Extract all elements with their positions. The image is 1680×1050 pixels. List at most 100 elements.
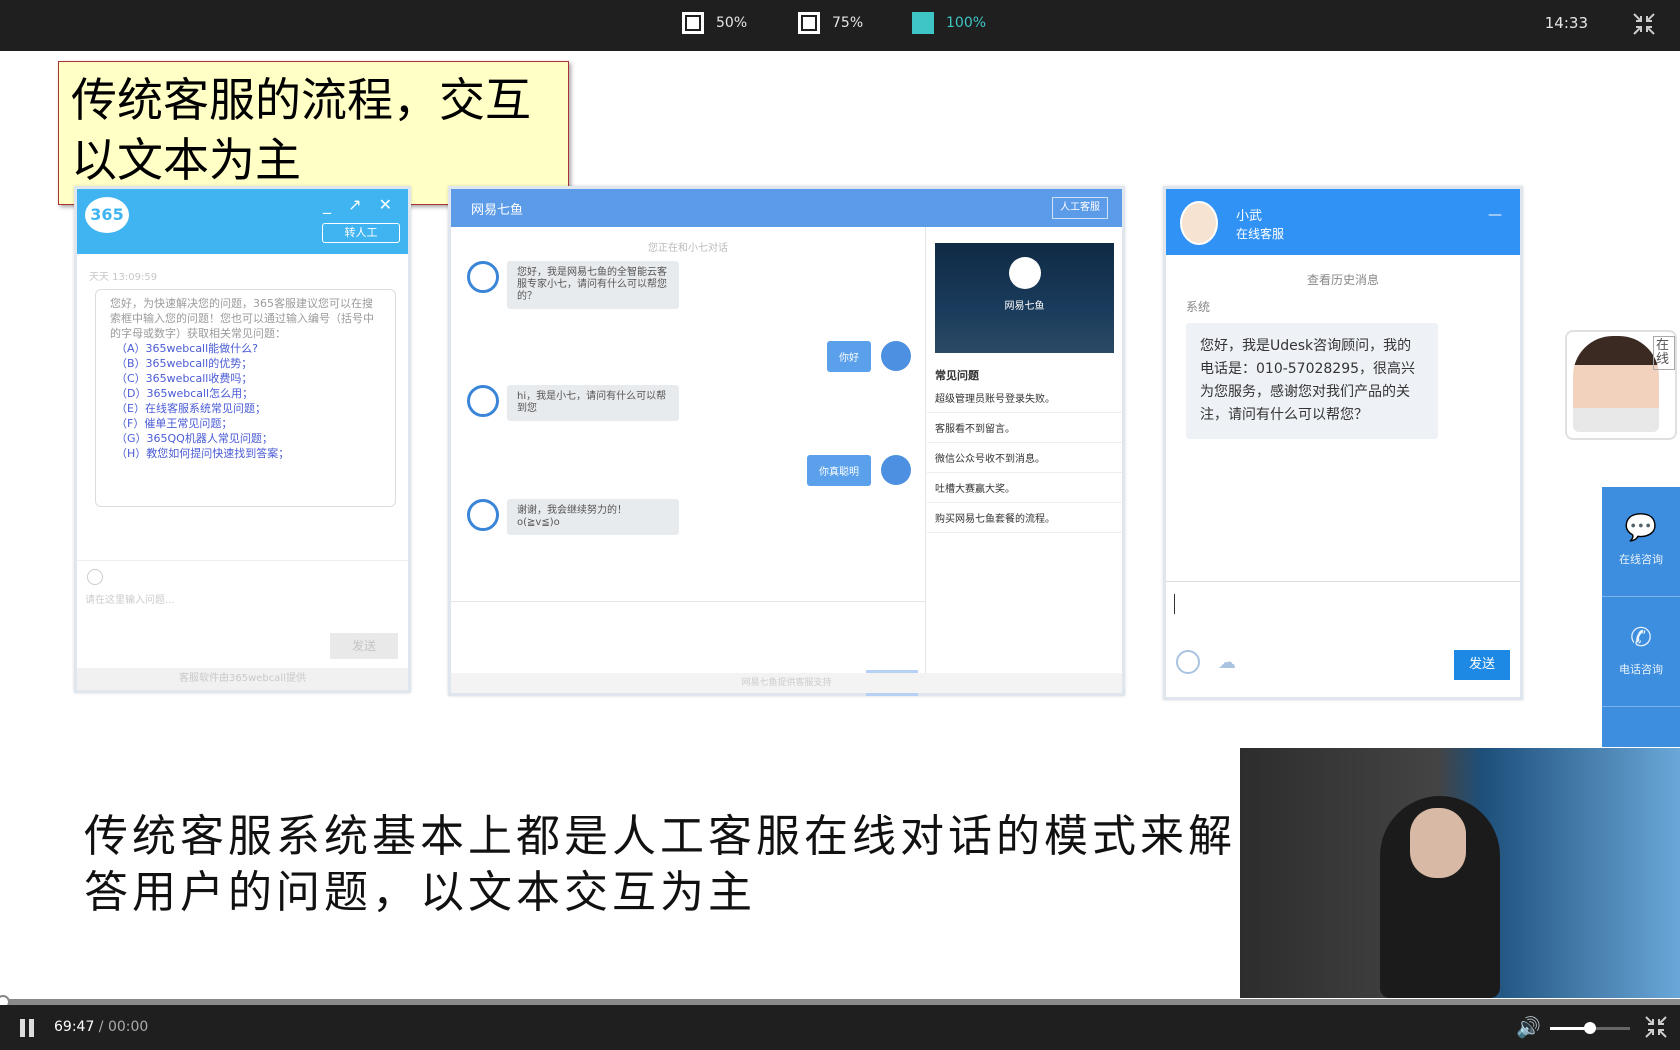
option-item[interactable]: （C）365webcall收费吗； — [110, 371, 381, 386]
speaker-face — [1410, 808, 1466, 878]
human-service-button[interactable]: 人工客服 — [1052, 197, 1108, 219]
window-controls[interactable]: _ ↗ ✕ — [323, 195, 398, 214]
system-line: 您正在和小七对话 — [648, 243, 728, 254]
qiyu-sidebar: 网易七鱼 常见问题 超级管理员账号登录失败。 客服看不到留言。 微信公众号收不到… — [927, 227, 1122, 693]
phone-icon: ✆ — [1630, 623, 1652, 653]
udesk-input-area[interactable]: ☁ 发送 — [1166, 581, 1520, 697]
message-left: 您好，我是网易七鱼的全智能云客服专家小七，请问有什么可以帮您的？ — [467, 261, 679, 309]
video-stage: 传统客服的流程，交互以文本为主 365 _ ↗ ✕ 转人工 天天 13:09:5… — [0, 51, 1680, 999]
zoom-100-label: 100% — [946, 15, 987, 31]
minimize-button[interactable]: — — [1488, 207, 1502, 223]
text-cursor — [1174, 594, 1175, 614]
agent-name: 小武 — [1236, 209, 1263, 224]
bot-avatar — [467, 499, 499, 531]
qiyu-logo-icon — [1008, 257, 1041, 289]
zoom-100-icon — [912, 12, 934, 34]
input-placeholder: 请在这里输入问题... — [85, 595, 175, 606]
zoom-50-option[interactable]: 50% — [682, 10, 747, 36]
faq-item[interactable]: 超级管理员账号登录失败。 — [927, 383, 1122, 413]
speaker-video-overlay — [1240, 748, 1680, 998]
user-message: 你好 — [827, 341, 871, 372]
bot-avatar — [467, 385, 499, 417]
user-avatar — [881, 455, 911, 485]
emoji-icon[interactable] — [87, 569, 103, 585]
total-time: / 00:00 — [94, 1019, 149, 1035]
chat-365-input-area[interactable]: 请在这里输入问题... 发送 — [77, 560, 408, 670]
qiyu-header: 网易七鱼 人工客服 — [451, 189, 1122, 227]
current-time: 69:47 — [54, 1019, 95, 1035]
volume-icon[interactable]: 🔊 — [1516, 1015, 1544, 1039]
side-agent-widget[interactable]: 在线 — [1565, 330, 1677, 440]
transfer-human-button[interactable]: 转人工 — [322, 223, 400, 243]
exit-fullscreen-icon[interactable] — [1632, 12, 1656, 36]
faq-item[interactable]: 微信公众号收不到消息。 — [927, 443, 1122, 473]
agent-status: 在线客服 — [1236, 227, 1285, 241]
phone-consult-button[interactable]: ✆ 电话咨询 — [1602, 597, 1680, 707]
option-item[interactable]: （D）365webcall怎么用； — [110, 386, 381, 401]
bot-message: 谢谢，我会继续努力的！o(≧v≦)o — [507, 499, 679, 535]
agent-avatar — [1180, 201, 1218, 245]
greeting-bubble: 您好，为快速解决您的问题，365客服建议您可以在搜索框中输入您的问题！您也可以通… — [95, 289, 396, 507]
side-contact-bar: 💬 在线咨询 ✆ 电话咨询 — [1602, 487, 1680, 747]
bot-avatar — [467, 261, 499, 293]
zoom-50-icon — [682, 12, 704, 34]
faq-item[interactable]: 客服看不到留言。 — [927, 413, 1122, 443]
zoom-50-label: 50% — [716, 15, 748, 31]
option-item[interactable]: （F）催单王常见问题； — [110, 416, 381, 431]
bot-message: 您好，我是网易七鱼的全智能云客服专家小七，请问有什么可以帮您的？ — [507, 261, 679, 309]
365-logo: 365 — [85, 197, 129, 233]
top-toolbar: 50% 75% 100% 14:33 — [0, 0, 1680, 51]
chat-bubble-icon: 💬 — [1624, 513, 1658, 543]
chat-365-footer: 客服软件由365webcall提供 — [77, 668, 408, 690]
option-item[interactable]: （E）在线客服系统常见问题； — [110, 401, 381, 416]
player-controls: 69:47 / 00:00 🔊 — [0, 1005, 1680, 1050]
option-item[interactable]: （G）365QQ机器人常见问题； — [110, 431, 381, 446]
pause-icon[interactable] — [18, 1019, 36, 1037]
online-consult-button[interactable]: 💬 在线咨询 — [1602, 487, 1680, 597]
zoom-75-icon — [798, 12, 820, 34]
qiyu-banner: 网易七鱼 — [935, 243, 1114, 353]
chat-365-header: 365 _ ↗ ✕ 转人工 — [77, 189, 408, 254]
upload-cloud-icon[interactable]: ☁ — [1218, 652, 1244, 673]
volume-knob[interactable] — [1584, 1022, 1596, 1034]
online-tag: 在线 — [1653, 336, 1675, 370]
greeting-text: 您好，为快速解决您的问题，365客服建议您可以在搜索框中输入您的问题！您也可以通… — [110, 297, 374, 340]
zoom-100-option[interactable]: 100% — [912, 10, 986, 36]
option-item[interactable]: （A）365webcall能做什么? — [110, 341, 381, 356]
system-label: 系统 — [1186, 300, 1211, 314]
slide-note: 传统客服的流程，交互以文本为主 — [58, 61, 569, 205]
udesk-header: 小武 在线客服 — — [1166, 189, 1520, 255]
phone-consult-label: 电话咨询 — [1619, 663, 1663, 676]
user-message: 你真聪明 — [807, 455, 871, 486]
qiyu-conversation: 您正在和小七对话 您好，我是网易七鱼的全智能云客服专家小七，请问有什么可以帮您的… — [451, 227, 926, 696]
slide-subtitle: 传统客服系统基本上都是人工客服在线对话的模式来解答用户的问题，以文本交互为主 — [84, 811, 1236, 918]
history-link[interactable]: 查看历史消息 — [1166, 271, 1520, 288]
online-consult-label: 在线咨询 — [1619, 553, 1663, 566]
faq-item[interactable]: 吐槽大赛赢大奖。 — [927, 473, 1122, 503]
banner-text: 网易七鱼 — [1004, 301, 1045, 312]
chat-window-365: 365 _ ↗ ✕ 转人工 天天 13:09:59 您好，为快速解决您的问题，3… — [74, 186, 411, 693]
send-button[interactable]: 发送 — [1454, 650, 1510, 680]
timecode: 69:47 / 00:00 — [54, 1019, 148, 1035]
clock: 14:33 — [1544, 14, 1588, 32]
zoom-75-option[interactable]: 75% — [798, 10, 863, 36]
faq-item[interactable]: 购买网易七鱼套餐的流程。 — [927, 503, 1122, 533]
chat-window-qiyu: 网易七鱼 人工客服 您正在和小七对话 您好，我是网易七鱼的全智能云客服专家小七，… — [448, 186, 1125, 696]
message-right: 你真聪明 — [807, 455, 911, 486]
system-message: 您好，我是Udesk咨询顾问，我的电话是：010-57028295，很高兴为您服… — [1186, 323, 1438, 439]
emoji-icon[interactable] — [1176, 650, 1200, 674]
volume-slider[interactable] — [1550, 1022, 1630, 1034]
message-time: 天天 13:09:59 — [89, 272, 158, 283]
message-left: hi，我是小七，请问有什么可以帮到您 — [467, 385, 679, 421]
send-button[interactable]: 发送 — [330, 633, 398, 659]
user-avatar — [881, 341, 911, 371]
zoom-75-label: 75% — [832, 15, 864, 31]
option-item[interactable]: （B）365webcall的优势； — [110, 356, 381, 371]
message-right: 你好 — [827, 341, 911, 372]
option-item[interactable]: （H）教您如何提问快速找到答案； — [110, 446, 381, 461]
chat-window-udesk: 小武 在线客服 — 查看历史消息 系统 您好，我是Udesk咨询顾问，我的电话是… — [1163, 186, 1523, 700]
exit-fullscreen-icon[interactable] — [1644, 1015, 1668, 1039]
qiyu-title: 网易七鱼 — [471, 203, 524, 218]
faq-title: 常见问题 — [935, 369, 979, 382]
bot-message: hi，我是小七，请问有什么可以帮到您 — [507, 385, 679, 421]
